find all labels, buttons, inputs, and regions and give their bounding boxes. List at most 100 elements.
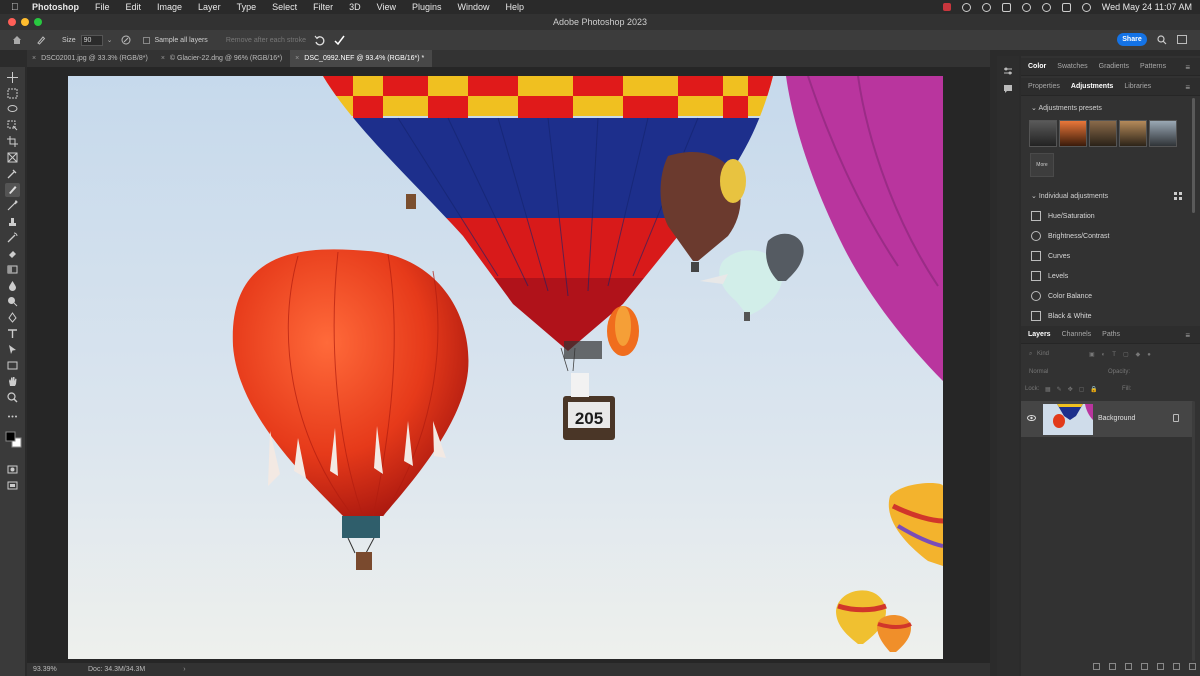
frame-tool-icon[interactable]	[7, 152, 18, 163]
lock-icon[interactable]	[1173, 414, 1179, 422]
zoom-window-button[interactable]	[34, 18, 42, 26]
individual-adjustments-header[interactable]: ⌄ Individual adjustments	[1031, 192, 1108, 200]
close-tab-icon[interactable]: ×	[32, 50, 36, 67]
path-selection-tool-icon[interactable]	[7, 344, 18, 355]
link-layers-icon[interactable]	[1093, 663, 1100, 670]
pen-tool-icon[interactable]	[7, 312, 18, 323]
play-icon[interactable]	[981, 2, 991, 12]
close-window-button[interactable]	[8, 18, 16, 26]
panel-menu-icon[interactable]: ≡	[1185, 83, 1190, 92]
workspace-icon[interactable]	[1177, 35, 1187, 44]
properties-icon[interactable]	[1003, 66, 1013, 76]
tab-properties[interactable]: Properties	[1028, 83, 1060, 90]
trash-icon[interactable]	[1189, 663, 1196, 670]
menu-view[interactable]: View	[377, 2, 396, 12]
adj-levels[interactable]: Levels	[1031, 269, 1068, 283]
clone-stamp-tool-icon[interactable]	[7, 216, 18, 227]
tab-layers[interactable]: Layers	[1028, 331, 1051, 338]
home-icon[interactable]	[12, 35, 22, 45]
grid-view-icon[interactable]	[1174, 192, 1182, 200]
eyedropper-tool-icon[interactable]	[7, 168, 18, 179]
zoom-tool-icon[interactable]	[7, 392, 18, 403]
minimize-window-button[interactable]	[21, 18, 29, 26]
menu-window[interactable]: Window	[458, 2, 490, 12]
document-canvas[interactable]: 205	[68, 76, 943, 659]
adj-color-balance[interactable]: Color Balance	[1031, 289, 1092, 303]
layers-scrollbar[interactable]	[1192, 401, 1195, 661]
keyboard-icon[interactable]	[1001, 2, 1011, 12]
tab-libraries[interactable]: Libraries	[1124, 83, 1151, 90]
share-button[interactable]: Share	[1117, 33, 1147, 46]
preset-thumb[interactable]	[1059, 120, 1087, 147]
menu-select[interactable]: Select	[272, 2, 297, 12]
eraser-tool-icon[interactable]	[7, 248, 18, 259]
spotlight-icon[interactable]	[1041, 2, 1051, 12]
menu-edit[interactable]: Edit	[126, 2, 142, 12]
blur-tool-icon[interactable]	[7, 280, 18, 291]
blend-mode-dropdown[interactable]: Normal	[1029, 369, 1048, 375]
tab-adjustments[interactable]: Adjustments	[1071, 83, 1113, 90]
menu-photoshop[interactable]: Photoshop	[32, 2, 79, 12]
layer-row[interactable]: Background	[1021, 401, 1193, 437]
remove-tool-icon[interactable]	[36, 35, 46, 45]
pressure-icon[interactable]	[121, 35, 131, 45]
dodge-tool-icon[interactable]	[7, 296, 18, 307]
search-icon[interactable]	[1157, 35, 1167, 45]
doc-tab[interactable]: × © Glacier-22.dng @ 96% (RGB/16*)	[156, 50, 290, 67]
preset-thumb[interactable]	[1149, 120, 1177, 147]
panel-menu-icon[interactable]: ≡	[1185, 331, 1190, 340]
menu-image[interactable]: Image	[157, 2, 182, 12]
menu-plugins[interactable]: Plugins	[412, 2, 442, 12]
menu-type[interactable]: Type	[237, 2, 257, 12]
chevron-down-icon[interactable]: ⌄	[107, 36, 113, 44]
preset-thumb[interactable]	[1089, 120, 1117, 147]
comments-icon[interactable]	[1003, 84, 1013, 94]
record-icon[interactable]	[942, 3, 951, 11]
focus-icon[interactable]	[961, 2, 971, 12]
more-presets-button[interactable]: More	[1030, 153, 1054, 177]
object-selection-tool-icon[interactable]	[7, 120, 18, 131]
adjustments-scrollbar[interactable]	[1192, 98, 1195, 213]
menu-filter[interactable]: Filter	[313, 2, 333, 12]
close-tab-icon[interactable]: ×	[295, 50, 299, 67]
doc-tab[interactable]: × DSC02001.jpg @ 33.3% (RGB/8*)	[27, 50, 156, 67]
layer-name[interactable]: Background	[1098, 415, 1135, 422]
commit-check-icon[interactable]	[334, 35, 345, 46]
fill-label[interactable]: Fill:	[1122, 386, 1131, 392]
tab-paths[interactable]: Paths	[1102, 331, 1120, 338]
tab-color[interactable]: Color	[1028, 63, 1046, 70]
group-icon[interactable]	[1157, 663, 1164, 670]
clock[interactable]: Wed May 24 11:07 AM	[1102, 2, 1192, 12]
tab-swatches[interactable]: Swatches	[1057, 63, 1087, 70]
preset-thumb[interactable]	[1029, 120, 1057, 147]
lock-icons[interactable]: ▦✎✥▢🔒	[1045, 386, 1104, 393]
remove-tool-selected[interactable]	[5, 183, 20, 197]
new-layer-icon[interactable]	[1173, 663, 1180, 670]
move-tool-icon[interactable]	[7, 72, 18, 83]
tab-gradients[interactable]: Gradients	[1099, 63, 1129, 70]
type-tool-icon[interactable]	[7, 328, 18, 339]
adj-brightness-contrast[interactable]: Brightness/Contrast	[1031, 229, 1109, 243]
undo-icon[interactable]	[314, 35, 325, 46]
panel-menu-icon[interactable]: ≡	[1185, 63, 1190, 72]
doc-tab-active[interactable]: × DSC_0992.NEF @ 93.4% (RGB/16*) *	[290, 50, 433, 67]
more-tools-icon[interactable]	[7, 411, 18, 422]
adj-hue-saturation[interactable]: Hue/Saturation	[1031, 209, 1095, 223]
tab-patterns[interactable]: Patterns	[1140, 63, 1166, 70]
size-input[interactable]: 90	[80, 34, 103, 46]
adj-curves[interactable]: Curves	[1031, 249, 1070, 263]
rectangle-tool-icon[interactable]	[7, 360, 18, 371]
control-center-icon[interactable]	[1061, 2, 1071, 12]
wifi-icon[interactable]	[1021, 2, 1031, 12]
crop-tool-icon[interactable]	[7, 136, 18, 147]
marquee-tool-icon[interactable]	[7, 88, 18, 99]
sample-all-layers-checkbox[interactable]	[142, 36, 150, 44]
layer-filter-icons[interactable]: ▣◐T▢◆●	[1089, 351, 1158, 358]
apple-icon[interactable]: 	[11, 2, 23, 13]
screen-mode-icon[interactable]	[7, 480, 18, 491]
adjustment-layer-icon[interactable]	[1141, 663, 1148, 670]
gradient-tool-icon[interactable]	[7, 264, 18, 275]
close-tab-icon[interactable]: ×	[161, 50, 165, 67]
lasso-tool-icon[interactable]	[7, 104, 18, 115]
menu-layer[interactable]: Layer	[198, 2, 221, 12]
